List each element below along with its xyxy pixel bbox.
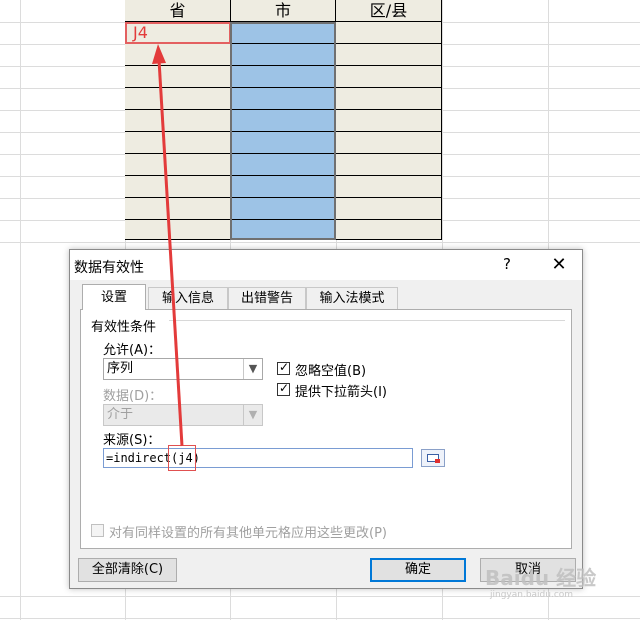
header-province[interactable]: 省 — [125, 0, 231, 22]
tab-input-message[interactable]: 输入信息 — [148, 287, 228, 309]
apply-all-checkbox — [91, 524, 104, 537]
table-cell[interactable] — [336, 132, 442, 154]
table-cell[interactable] — [125, 176, 231, 198]
chevron-down-icon: ▼ — [243, 405, 262, 425]
settings-panel: 有效性条件 允许(A)： 序列 ▼ 数据(D)： 介于 ▼ ✓ 忽略空值(B) … — [80, 309, 572, 549]
group-divider — [169, 320, 565, 321]
table-cell[interactable] — [336, 88, 442, 110]
check-icon: ✓ — [279, 360, 290, 374]
table-cell[interactable] — [231, 44, 336, 66]
dialog-titlebar[interactable]: 数据有效性 ? ✕ — [70, 250, 582, 280]
source-input[interactable]: =indirect(j4) — [103, 448, 413, 468]
data-select: 介于 ▼ — [103, 404, 263, 426]
table-cell[interactable] — [125, 132, 231, 154]
table-cell[interactable] — [336, 22, 442, 44]
tab-error-alert[interactable]: 出错警告 — [228, 287, 306, 309]
table-cell[interactable] — [231, 22, 336, 44]
dropdown-arrow-label[interactable]: 提供下拉箭头(I) — [295, 381, 387, 400]
table-cell[interactable] — [231, 66, 336, 88]
cancel-button[interactable]: 取消 — [480, 558, 576, 582]
tab-ime-mode[interactable]: 输入法模式 — [306, 287, 398, 309]
table-cell[interactable] — [231, 154, 336, 176]
apply-all-label: 对有同样设置的所有其他单元格应用这些更改(P) — [109, 526, 387, 541]
province-city-table: 省 市 区/县 J4 — [125, 0, 442, 240]
grid-line — [20, 0, 21, 620]
help-button[interactable]: ? — [496, 255, 518, 275]
dropdown-arrow-checkbox[interactable]: ✓ — [277, 381, 290, 396]
allow-select[interactable]: 序列 ▼ — [103, 358, 263, 380]
grid-line — [0, 242, 640, 243]
table-cell[interactable] — [125, 66, 231, 88]
table-cell[interactable] — [231, 220, 336, 240]
range-selector-button[interactable] — [421, 449, 445, 467]
table-cell[interactable] — [231, 110, 336, 132]
table-cell[interactable] — [125, 44, 231, 66]
table-cell[interactable] — [125, 154, 231, 176]
table-cell[interactable] — [125, 88, 231, 110]
grid-line — [0, 618, 640, 619]
ok-button[interactable]: 确定 — [370, 558, 466, 582]
table-cell[interactable] — [231, 198, 336, 220]
allow-select-value: 序列 — [107, 361, 134, 376]
table-cell[interactable] — [336, 154, 442, 176]
table-cell[interactable] — [336, 110, 442, 132]
table-cell[interactable] — [336, 220, 442, 240]
data-select-value: 介于 — [107, 407, 134, 422]
allow-label: 允许(A)： — [103, 343, 162, 358]
dialog-title: 数据有效性 — [74, 260, 144, 276]
table-cell[interactable] — [336, 176, 442, 198]
ignore-blank-checkbox[interactable]: ✓ — [277, 360, 290, 375]
table-cell[interactable] — [336, 44, 442, 66]
ignore-blank-label[interactable]: 忽略空值(B) — [295, 360, 366, 379]
close-icon[interactable]: ✕ — [548, 254, 570, 276]
tab-settings[interactable]: 设置 — [82, 284, 146, 310]
table-cell[interactable] — [125, 220, 231, 240]
grid-line — [0, 596, 640, 597]
header-district[interactable]: 区/县 — [336, 0, 442, 22]
table-cell[interactable] — [231, 88, 336, 110]
validation-criteria-label: 有效性条件 — [91, 320, 157, 335]
table-cell[interactable] — [336, 66, 442, 88]
check-icon: ✓ — [279, 381, 290, 395]
table-cell[interactable] — [231, 176, 336, 198]
table-cell[interactable] — [125, 110, 231, 132]
table-cell[interactable] — [231, 132, 336, 154]
data-label: 数据(D)： — [103, 389, 163, 404]
selected-cell-j4[interactable]: J4 — [125, 22, 231, 44]
header-city[interactable]: 市 — [231, 0, 336, 22]
chevron-down-icon: ▼ — [243, 359, 262, 379]
collapse-dialog-icon — [427, 454, 440, 463]
table-cell[interactable] — [336, 198, 442, 220]
source-label: 来源(S)： — [103, 433, 161, 448]
data-validation-dialog: 数据有效性 ? ✕ 设置 输入信息 出错警告 输入法模式 有效性条件 允许(A)… — [69, 249, 583, 589]
table-cell[interactable] — [125, 198, 231, 220]
clear-all-button[interactable]: 全部清除(C) — [78, 558, 177, 582]
